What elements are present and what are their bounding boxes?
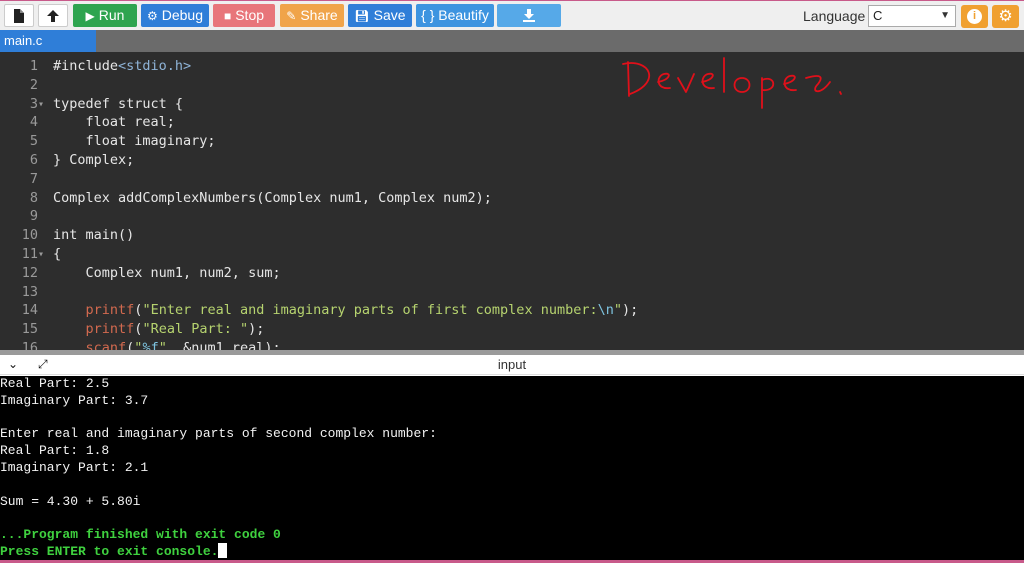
bug-icon: ⚙ (146, 9, 158, 23)
code-line[interactable]: 1 #include<stdio.h> (0, 57, 1024, 76)
code-line[interactable]: 4 float real; (0, 113, 1024, 132)
gear-icon: ⚙ (998, 8, 1013, 25)
console-line: Sum = 4.30 + 5.80i (0, 493, 141, 509)
share-icon: ✎ (286, 9, 297, 23)
toolbar: ▶ Run ⚙ Debug ■ Stop ✎ Share 💾︎ Save { } Beau… (0, 0, 1024, 30)
line-number: 12 (21, 264, 38, 281)
console-line: Press ENTER to exit console. (0, 543, 228, 560)
io-panel-title: input (497, 357, 527, 372)
code-line[interactable]: 12 Complex num1, num2, sum; (0, 264, 1024, 283)
file-icon (14, 9, 24, 23)
console-output[interactable]: Real Part: 2.5 Imaginary Part: 3.7 Enter r… (0, 376, 1024, 560)
code-line[interactable]: 2 (0, 76, 1024, 95)
line-number: 6 (29, 152, 38, 168)
console-line: Real Part: 1.8 (0, 443, 110, 459)
code-text: { (53, 246, 62, 262)
code-text: } Complex; (53, 152, 135, 168)
info-button[interactable]: i (961, 5, 988, 28)
console-cursor (218, 543, 228, 558)
code-line[interactable]: 6 } Complex; (0, 151, 1024, 170)
save-icon: 💾︎ (354, 9, 370, 23)
run-button[interactable]: ▶ Run (73, 4, 137, 27)
line-number: 13 (21, 283, 38, 300)
line-number: 7 (29, 170, 38, 187)
code-line[interactable]: 14 printf("Enter real and imaginary part… (0, 301, 1024, 320)
upload-icon (47, 10, 59, 22)
code-text: #include<stdio.h> (53, 58, 192, 74)
info-icon: i (967, 9, 982, 24)
upload-button[interactable] (38, 4, 68, 27)
console-line: Enter real and imaginary parts of second… (0, 426, 437, 442)
code-line[interactable]: 7 (0, 170, 1024, 189)
line-number: 3 (29, 95, 38, 112)
tab-main-c[interactable]: main.c (0, 30, 96, 52)
io-panel-header: ⌄ ⤢ input (0, 355, 1024, 375)
debug-button[interactable]: ⚙ Debug (141, 4, 209, 27)
code-line[interactable]: 15 printf("Real Part: "); (0, 320, 1024, 339)
download-icon (523, 9, 535, 22)
new-file-button[interactable] (4, 4, 34, 27)
stop-icon: ■ (223, 9, 232, 23)
code-line[interactable]: 16 scanf("%f", &num1.real); (0, 339, 1024, 350)
stop-button[interactable]: ■ Stop (213, 4, 275, 27)
settings-button[interactable]: ⚙ (992, 5, 1019, 28)
line-number: 14 (21, 302, 38, 319)
code-text: scanf("%f", &num1.real); (85, 340, 281, 350)
chevron-down-icon: ▼ (940, 10, 950, 21)
line-number: 5 (29, 133, 38, 150)
code-text: typedef struct { (53, 95, 184, 112)
console-line: Imaginary Part: 3.7 (0, 392, 149, 408)
line-number: 15 (21, 321, 38, 338)
console-line: Real Part: 2.5 (0, 376, 110, 391)
line-number: 11 (21, 246, 38, 262)
code-text: int main() (53, 227, 135, 244)
line-number: 8 (29, 189, 38, 206)
code-line[interactable]: 10 int main() (0, 226, 1024, 245)
code-text: Complex num1, num2, sum; (53, 264, 281, 281)
line-number: 9 (29, 208, 38, 225)
save-button[interactable]: 💾︎ Save (348, 4, 412, 27)
tab-bar: main.c (0, 30, 1024, 52)
code-line[interactable]: 8 Complex addComplexNumbers(Complex num1,… (0, 189, 1024, 208)
code-text: printf("Enter real and imaginary parts o… (85, 302, 639, 319)
fold-toggle-icon[interactable]: ▾ (38, 245, 48, 264)
language-select[interactable]: C ▼ (868, 5, 956, 27)
code-line[interactable]: 13 (0, 283, 1024, 302)
console-line: ...Program finished with exit code 0 (0, 527, 281, 543)
code-text: float real; (53, 114, 175, 131)
code-line[interactable]: 11 ▾ { (0, 245, 1024, 264)
share-button[interactable]: ✎ Share (280, 4, 344, 27)
code-text: Complex addComplexNumbers(Complex num1, … (53, 189, 492, 206)
line-number: 16 (21, 340, 38, 350)
language-label: Language (803, 8, 866, 24)
beautify-button[interactable]: { } Beautify (416, 4, 494, 27)
download-button[interactable] (497, 4, 561, 27)
line-number: 4 (29, 114, 38, 131)
code-line[interactable]: 5 float imaginary; (0, 132, 1024, 151)
code-editor[interactable]: 1 #include<stdio.h> 2 3 ▾ typedef struct {4 f… (0, 52, 1024, 350)
code-line[interactable]: 9 (0, 207, 1024, 226)
line-number: 2 (29, 76, 38, 93)
play-icon: ▶ (85, 9, 95, 23)
line-number: 1 (29, 58, 38, 74)
code-text: printf("Real Part: "); (85, 321, 265, 338)
code-text: float imaginary; (53, 133, 216, 150)
code-line[interactable]: 3 ▾ typedef struct { (0, 95, 1024, 114)
console-line: Imaginary Part: 2.1 (0, 460, 149, 475)
line-number: 10 (21, 227, 38, 244)
fold-toggle-icon[interactable]: ▾ (38, 95, 48, 114)
handwritten-signature (622, 57, 842, 109)
